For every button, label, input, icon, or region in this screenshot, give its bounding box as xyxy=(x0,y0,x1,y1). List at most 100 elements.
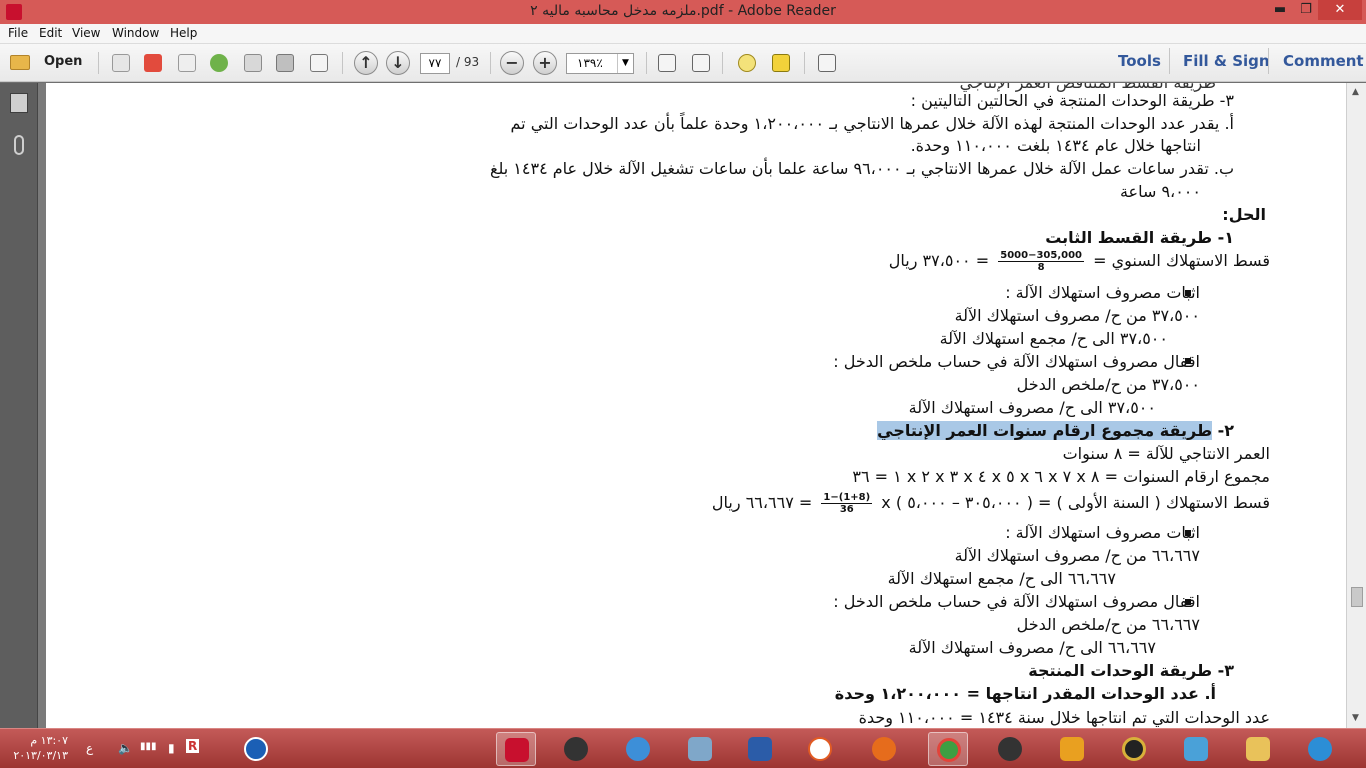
battery-icon[interactable]: ▮ xyxy=(168,741,175,755)
previous-page-button[interactable]: ↑ xyxy=(354,51,378,75)
syringe-icon xyxy=(1184,737,1208,761)
volume-icon[interactable]: 🔈 xyxy=(118,741,133,755)
fit-width-button[interactable] xyxy=(688,51,714,75)
page-number-input[interactable]: ٧٧ xyxy=(420,53,450,74)
vertical-scrollbar[interactable]: ▲ ▼ xyxy=(1346,83,1366,728)
attachment-icon[interactable] xyxy=(14,135,24,155)
pdf-convert-button[interactable] xyxy=(140,51,166,75)
menu-help[interactable]: Help xyxy=(170,26,197,40)
language-indicator[interactable]: ع xyxy=(86,741,93,755)
doc-line: ٦٦،٦٦٧ الى ح/ مصروف استهلاك الآلة xyxy=(908,638,1156,657)
explorer-taskbar-button[interactable] xyxy=(1238,732,1278,766)
pdf-page: ﻃﺮﻳﻘﺔ ﺍﻟﻘﺴﻂ ﺍﻟﻤﺘﻨﺎﻗﺺ ﺍﻟﻌﻤﺮ ﺍﻹﻧﺘﺎﺟﻲ ٣- طر… xyxy=(46,83,1346,728)
firefox-taskbar-button[interactable] xyxy=(864,732,904,766)
clock-time: ١٣:٠٧ م xyxy=(30,734,68,747)
create-pdf-icon xyxy=(112,54,130,72)
zoom-in-button[interactable]: + xyxy=(533,51,557,75)
doc-line: ٦٦،٦٦٧ الى ح/ مجمع استهلاك الآلة xyxy=(887,569,1116,588)
doc-line: ٣٧،٥٠٠ الى ح/ مصروف استهلاك الآلة xyxy=(908,398,1156,417)
menu-window[interactable]: Window xyxy=(112,26,159,40)
tray-app-icon[interactable]: R xyxy=(186,739,200,753)
puzzle-taskbar-button[interactable] xyxy=(1052,732,1092,766)
fraction: 5000−305,000 8 xyxy=(998,250,1084,273)
clock[interactable]: ١٣:٠٧ م ٢٠١٣/٠٣/١٣ xyxy=(6,733,68,763)
scroll-down-icon[interactable]: ▼ xyxy=(1352,713,1359,723)
microphone-taskbar-button[interactable] xyxy=(556,732,596,766)
document-viewer[interactable]: ﻃﺮﻳﻘﺔ ﺍﻟﻘﺴﻂ ﺍﻟﻤﺘﻨﺎﻗﺺ ﺍﻟﻌﻤﺮ ﺍﻹﻧﺘﺎﺟﻲ ٣- طر… xyxy=(38,83,1346,728)
highlight-button[interactable] xyxy=(768,51,794,75)
word-taskbar-button[interactable] xyxy=(740,732,780,766)
toolbar-separator xyxy=(1169,48,1170,74)
scroll-up-icon[interactable]: ▲ xyxy=(1352,87,1359,97)
help-taskbar-icon[interactable] xyxy=(236,732,276,766)
pdf-icon xyxy=(144,54,162,72)
fit-page-icon xyxy=(658,54,676,72)
open-button[interactable]: Open xyxy=(8,52,84,74)
doc-line: ٦٦،٦٦٧ من ح/ مصروف استهلاك الآلة xyxy=(954,546,1200,565)
swirl-icon xyxy=(626,737,650,761)
next-page-button[interactable]: ↓ xyxy=(386,51,410,75)
heading-text: طريقة مجموع ارقام سنوات العمر الإنتاجي xyxy=(877,421,1213,440)
page-thumbnails-icon[interactable] xyxy=(10,93,28,113)
doc-heading: أ. عدد الوحدات المقدر انتاجها = ١،٢٠٠،٠٠… xyxy=(834,684,1216,703)
chevron-down-icon[interactable]: ▼ xyxy=(617,54,633,73)
edit-pdf-button[interactable] xyxy=(174,51,200,75)
calculator-icon xyxy=(688,737,712,761)
tools-pane-button[interactable]: Tools xyxy=(1118,52,1161,70)
envelope-icon xyxy=(310,54,328,72)
fit-page-button[interactable] xyxy=(654,51,680,75)
doc-line: اثبات مصروف استهلاك الآلة : xyxy=(1005,523,1200,542)
doc-line: ٣٧،٥٠٠ الى ح/ مجمع استهلاك الآلة xyxy=(939,329,1168,348)
doc-line: ٣- طريقة الوحدات المنتجة في الحالتين الت… xyxy=(910,91,1234,110)
chrome-taskbar-button[interactable] xyxy=(928,732,968,766)
doc-heading: ٣- طريقة الوحدات المنتجة xyxy=(1028,661,1234,680)
sticky-note-button[interactable] xyxy=(734,51,760,75)
word-icon xyxy=(748,737,772,761)
toolbar-separator xyxy=(646,52,647,74)
formula-left: قسط الاستهلاك ( السنة الأولى ) = ( ٣٠٥،٠… xyxy=(881,493,1270,512)
network-icon[interactable]: ▮▮▮ xyxy=(140,741,157,752)
zoom-select[interactable]: ١٣٩٪ ▼ xyxy=(566,53,634,74)
save-button[interactable] xyxy=(240,51,266,75)
minimize-button[interactable]: ▬ xyxy=(1266,0,1294,20)
chrome-icon xyxy=(937,738,961,762)
hp-taskbar-button[interactable] xyxy=(990,732,1030,766)
tool-taskbar-button[interactable] xyxy=(1176,732,1216,766)
zoom-out-button[interactable]: − xyxy=(500,51,524,75)
email-button[interactable] xyxy=(306,51,332,75)
menu-file[interactable]: File xyxy=(8,26,28,40)
internet-explorer-icon xyxy=(1308,737,1332,761)
adobe-reader-taskbar-button[interactable] xyxy=(496,732,536,766)
toolbar-separator xyxy=(722,52,723,74)
r-app-taskbar-button[interactable] xyxy=(800,732,840,766)
menu-view[interactable]: View xyxy=(72,26,100,40)
fraction-denominator: 8 xyxy=(1037,262,1045,273)
restore-button[interactable]: ❐ xyxy=(1292,0,1320,20)
help-icon xyxy=(244,737,268,761)
print-button[interactable] xyxy=(272,51,298,75)
upload-button[interactable] xyxy=(206,51,232,75)
create-pdf-button[interactable] xyxy=(108,51,134,75)
adobe-reader-window: ملزمه مدخل محاسبه ماليه ٢.pdf - Adobe Re… xyxy=(0,0,1366,768)
scrollbar-thumb[interactable] xyxy=(1351,587,1363,607)
media-taskbar-button[interactable] xyxy=(618,732,658,766)
menu-edit[interactable]: Edit xyxy=(39,26,62,40)
fit-width-icon xyxy=(692,54,710,72)
ie-taskbar-button[interactable] xyxy=(1300,732,1340,766)
menu-bar: File Edit View Window Help xyxy=(0,24,1366,44)
firefox-icon xyxy=(872,737,896,761)
close-button[interactable]: ✕ xyxy=(1318,0,1362,20)
media-player-taskbar-button[interactable] xyxy=(1114,732,1154,766)
comment-pane-button[interactable]: Comment xyxy=(1283,52,1364,70)
doc-heading: ١- طريقة القسط الثابت xyxy=(1045,228,1234,247)
disc-icon xyxy=(1122,737,1146,761)
doc-line: انتاجها خلال عام ١٤٣٤ بلغت ١١٠،٠٠٠ وحدة. xyxy=(910,136,1201,155)
hp-icon xyxy=(998,737,1022,761)
fill-sign-pane-button[interactable]: Fill & Sign xyxy=(1183,52,1270,70)
toolbar-separator xyxy=(804,52,805,74)
calculator-taskbar-button[interactable] xyxy=(680,732,720,766)
formula-right: = ٦٦،٦٦٧ ريال xyxy=(711,493,813,512)
formula-right: = ٣٧،٥٠٠ ريال xyxy=(888,251,990,270)
doc-line: العمر الانتاجي للآلة = ٨ سنوات xyxy=(1062,444,1270,463)
full-screen-button[interactable] xyxy=(814,51,840,75)
